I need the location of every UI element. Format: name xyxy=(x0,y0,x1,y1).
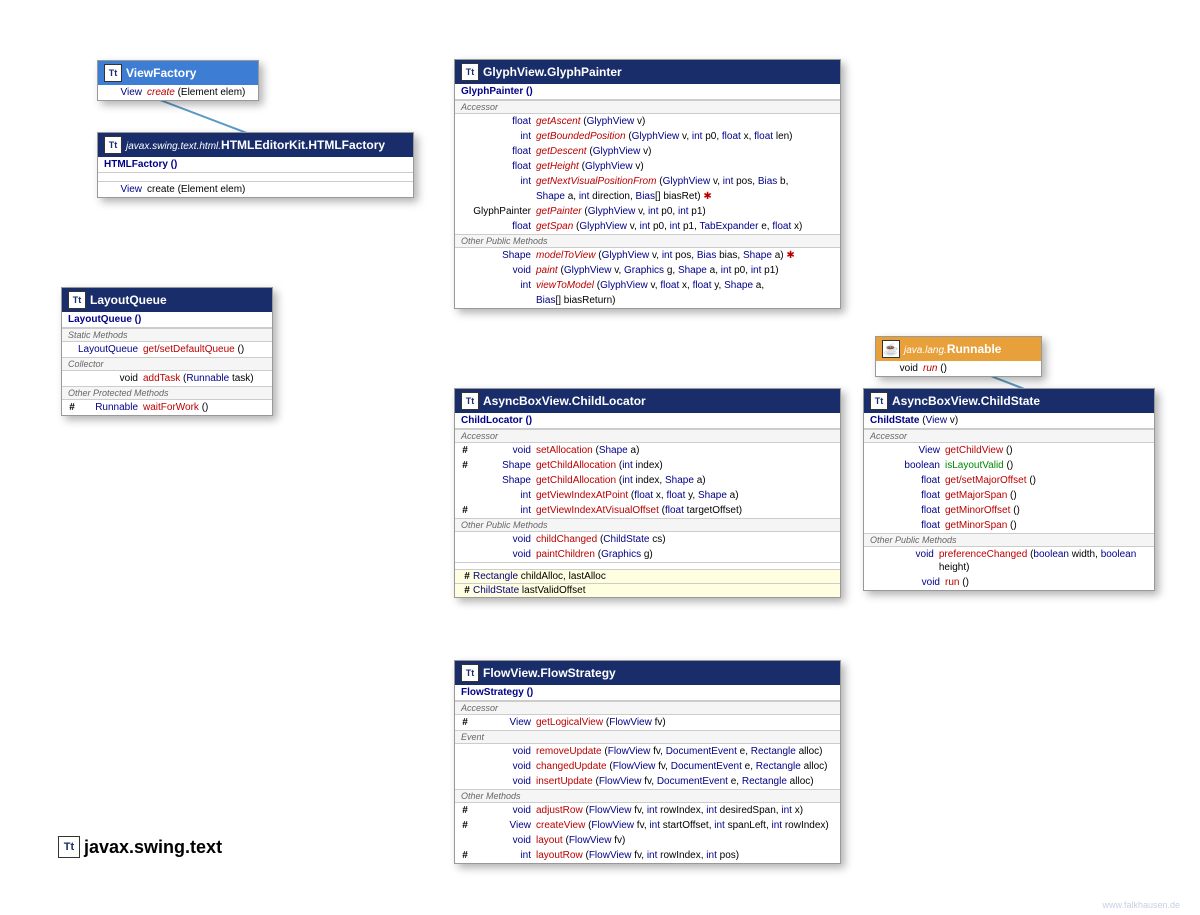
section-label: Accessor xyxy=(455,701,840,715)
section-label: Accessor xyxy=(864,429,1154,443)
constructor: FlowStrategy () xyxy=(455,685,840,701)
method-row: floatgetHeight (GlyphView v) xyxy=(455,159,840,174)
method-row: voidpreferenceChanged (boolean width, bo… xyxy=(864,547,1154,575)
method-row: voidrun () xyxy=(864,575,1154,590)
class-icon: Tt xyxy=(68,291,86,309)
field-row: #Rectangle childAlloc, lastAlloc xyxy=(455,569,840,583)
method-row: ShapegetChildAllocation (int index, Shap… xyxy=(455,473,840,488)
field-row: #ChildState lastValidOffset xyxy=(455,583,840,597)
method-row: voidremoveUpdate (FlowView fv, DocumentE… xyxy=(455,744,840,759)
viewfactory-header: Tt ViewFactory xyxy=(98,61,258,85)
method-row: View create (Element elem) xyxy=(98,85,258,100)
htmlfactory-box: Tt javax.swing.text.html.HTMLEditorKit.H… xyxy=(97,132,414,198)
method-row: #intgetViewIndexAtVisualOffset (float ta… xyxy=(455,503,840,518)
childstate-header: Tt AsyncBoxView.ChildState xyxy=(864,389,1154,413)
class-icon: Tt xyxy=(104,136,122,154)
section-label: Other Public Methods xyxy=(455,518,840,532)
section-label: Accessor xyxy=(455,100,840,114)
method-row: floatget/setMajorOffset () xyxy=(864,473,1154,488)
constructor: ChildLocator () xyxy=(455,413,840,429)
constructor: GlyphPainter () xyxy=(455,84,840,100)
childlocator-box: Tt AsyncBoxView.ChildLocator ChildLocato… xyxy=(454,388,841,598)
method-row: ShapemodelToView (GlyphView v, int pos, … xyxy=(455,248,840,263)
childstate-box: Tt AsyncBoxView.ChildState ChildState (V… xyxy=(863,388,1155,591)
constructor: LayoutQueue () xyxy=(62,312,272,328)
htmlfactory-header: Tt javax.swing.text.html.HTMLEditorKit.H… xyxy=(98,133,413,157)
method-row: voidchildChanged (ChildState cs) xyxy=(455,532,840,547)
constructor: HTMLFactory () xyxy=(98,157,413,173)
package-label: Tt javax.swing.text xyxy=(58,836,222,858)
method-row: intgetNextVisualPositionFrom (GlyphView … xyxy=(455,174,840,189)
method-row: floatgetSpan (GlyphView v, int p0, int p… xyxy=(455,219,840,234)
class-icon: Tt xyxy=(461,63,479,81)
method-row: voidlayout (FlowView fv) xyxy=(455,833,840,848)
method-row: floatgetAscent (GlyphView v) xyxy=(455,114,840,129)
interface-icon: Tt xyxy=(104,64,122,82)
glyphpainter-header: Tt GlyphView.GlyphPainter xyxy=(455,60,840,84)
method-row: #ViewgetLogicalView (FlowView fv) xyxy=(455,715,840,730)
method-row: #voidadjustRow (FlowView fv, int rowInde… xyxy=(455,803,840,818)
constructor: ChildState (View v) xyxy=(864,413,1154,429)
method-row: booleanisLayoutValid () xyxy=(864,458,1154,473)
section-label: Other Public Methods xyxy=(864,533,1154,547)
method-row: View create (Element elem) xyxy=(98,182,413,197)
method-row: floatgetMinorOffset () xyxy=(864,503,1154,518)
method-row: voidpaint (GlyphView v, Graphics g, Shap… xyxy=(455,263,840,278)
method-row: intviewToModel (GlyphView v, float x, fl… xyxy=(455,278,840,293)
runnable-header: ☕ java.lang.Runnable xyxy=(876,337,1041,361)
glyphpainter-box: Tt GlyphView.GlyphPainter GlyphPainter (… xyxy=(454,59,841,309)
viewfactory-box: Tt ViewFactory View create (Element elem… xyxy=(97,60,259,101)
class-icon: Tt xyxy=(461,392,479,410)
method-row: intgetViewIndexAtPoint (float x, float y… xyxy=(455,488,840,503)
section-label: Accessor xyxy=(455,429,840,443)
section-label: Other Public Methods xyxy=(455,234,840,248)
method-row: floatgetDescent (GlyphView v) xyxy=(455,144,840,159)
class-icon: Tt xyxy=(870,392,888,410)
method-row: voidinsertUpdate (FlowView fv, DocumentE… xyxy=(455,774,840,789)
method-row: GlyphPaintergetPainter (GlyphView v, int… xyxy=(455,204,840,219)
viewfactory-title: ViewFactory xyxy=(126,66,196,80)
section-label: Static Methods xyxy=(62,328,272,342)
section-label: Other Protected Methods xyxy=(62,386,272,400)
method-row: floatgetMinorSpan () xyxy=(864,518,1154,533)
section-label: Collector xyxy=(62,357,272,371)
section-label: Event xyxy=(455,730,840,744)
java-icon: ☕ xyxy=(882,340,900,358)
childlocator-header: Tt AsyncBoxView.ChildLocator xyxy=(455,389,840,413)
method-row: #ShapegetChildAllocation (int index) xyxy=(455,458,840,473)
layoutqueue-box: Tt LayoutQueue LayoutQueue () Static Met… xyxy=(61,287,273,416)
flowstrategy-box: Tt FlowView.FlowStrategy FlowStrategy ()… xyxy=(454,660,841,864)
method-row: ViewgetChildView () xyxy=(864,443,1154,458)
method-row: voidpaintChildren (Graphics g) xyxy=(455,547,840,562)
method-row: voidchangedUpdate (FlowView fv, Document… xyxy=(455,759,840,774)
section-label: Other Methods xyxy=(455,789,840,803)
class-icon: Tt xyxy=(461,664,479,682)
layoutqueue-header: Tt LayoutQueue xyxy=(62,288,272,312)
watermark: www.falkhausen.de xyxy=(1102,900,1180,910)
runnable-box: ☕ java.lang.Runnable voidrun () xyxy=(875,336,1042,377)
method-row: #ViewcreateView (FlowView fv, int startO… xyxy=(455,818,840,833)
flowstrategy-header: Tt FlowView.FlowStrategy xyxy=(455,661,840,685)
method-row: #intlayoutRow (FlowView fv, int rowIndex… xyxy=(455,848,840,863)
method-row: Shape a, int direction, Bias[] biasRet) … xyxy=(455,189,840,204)
package-icon: Tt xyxy=(58,836,80,858)
method-row: #voidsetAllocation (Shape a) xyxy=(455,443,840,458)
method-row: floatgetMajorSpan () xyxy=(864,488,1154,503)
method-row: intgetBoundedPosition (GlyphView v, int … xyxy=(455,129,840,144)
method-row: Bias[] biasReturn) xyxy=(455,293,840,308)
